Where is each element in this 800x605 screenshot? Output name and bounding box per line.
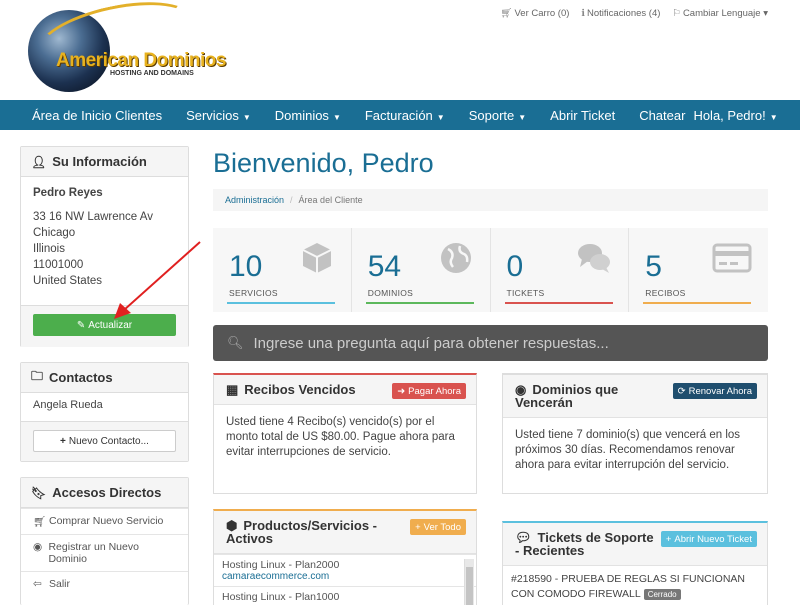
active-products-card: ⬢ Productos/Servicios - Activos + Ver Todo… [213,509,477,605]
view-all-button[interactable]: + Ver Todo [410,519,466,535]
breadcrumb: Administración / Área del Cliente [213,189,768,211]
recent-tickets-card: 💬︎ Tickets de Soporte - Recientes + Abrir … [502,521,768,605]
calculator-icon: ▦ [226,382,239,397]
stat-bar [365,302,474,304]
stat-value: 0 [506,250,524,283]
stat-tickets[interactable]: 0 TICKETS [491,228,630,312]
stat-bar [643,302,752,304]
overdue-invoices-card: ▦ Recibos Vencidos ➜ Pagar Ahora Usted tie… [213,373,477,494]
card-body: Usted tiene 7 dominio(s) que vencerá en … [515,429,741,471]
arrow-right-icon: ➜ [397,385,406,397]
plus-icon: + [665,533,672,545]
scrollbar-thumb[interactable] [466,567,473,605]
credit-card-icon [712,243,752,273]
stat-label: DOMINIOS [367,288,414,298]
stat-services[interactable]: 10 SERVICIOS [213,228,352,312]
stat-bar [227,302,335,304]
breadcrumb-separator: / [290,195,293,205]
plus-icon: + [415,521,421,533]
status-badge: Cerrado [643,589,681,600]
card-header: ▦ Recibos Vencidos ➜ Pagar Ahora [214,375,476,405]
card-header: ◉ Dominios que Vencerán ⟳ Renovar Ahora [503,375,767,418]
card-header: ⬢ Productos/Servicios - Activos + Ver Todo [214,511,476,554]
comments-icon [578,244,611,273]
stat-label: TICKETS [506,288,545,298]
page-title: Bienvenido, Pedro [213,148,434,178]
expiring-domains-card: ◉ Dominios que Vencerán ⟳ Renovar Ahora Us… [502,373,768,494]
list-item[interactable]: Hosting Linux - Plan2000 camaraecommerce… [214,554,476,586]
globe-icon [440,243,471,273]
breadcrumb-home[interactable]: Administración [225,195,284,205]
scrollbar[interactable] [464,559,474,605]
stat-label: SERVICIOS [229,288,278,298]
stat-domains[interactable]: 54 DOMINIOS [352,228,491,312]
refresh-icon: ⟳ [677,385,686,397]
stat-invoices[interactable]: 5 RECIBOS [629,228,768,312]
open-new-ticket-button[interactable]: + Abrir Nuevo Ticket [660,531,757,547]
stat-value: 5 [645,250,662,283]
pay-now-button[interactable]: ➜ Pagar Ahora [392,383,466,399]
list-item[interactable]: Hosting Linux - Plan1000 [214,586,476,605]
stats-tiles: 10 SERVICIOS 54 DOMINIOS 0 TICKETS 5 REC… [213,228,768,312]
search-placeholder: Ingrese una pregunta aquí para obtener r… [253,334,609,352]
card-header: 💬︎ Tickets de Soporte - Recientes + Abrir … [503,523,767,566]
stat-value: 10 [229,250,263,283]
search-icon: 🔍︎ [227,335,244,350]
arrow-line [123,241,201,311]
stat-value: 54 [367,250,402,283]
stat-bar [504,302,613,304]
breadcrumb-current: Área del Cliente [298,195,363,205]
stat-label: RECIBOS [645,288,686,298]
list-item[interactable]: #218590 - PRUEBA DE REGLAS SI FUNCIONAN … [503,566,767,605]
renew-now-button[interactable]: ⟳ Renovar Ahora [672,383,757,399]
cube-icon [302,243,332,273]
card-body: Usted tiene 4 Recibo(s) vencido(s) por e… [226,416,455,458]
kb-search-input[interactable]: 🔍︎ Ingrese una pregunta aquí para obtene… [213,325,768,361]
